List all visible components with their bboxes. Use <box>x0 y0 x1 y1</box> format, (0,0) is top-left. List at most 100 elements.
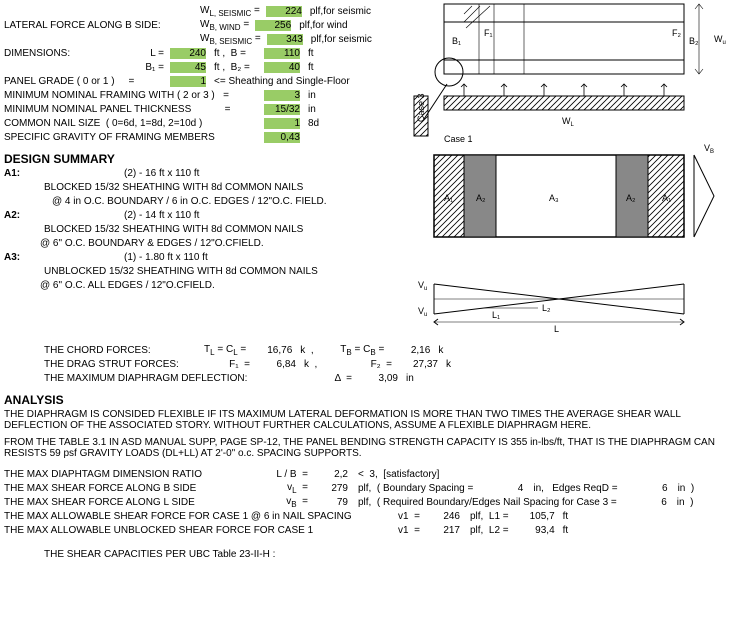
framing-unit: in <box>308 90 316 101</box>
a3-zone: A₃ <box>549 193 559 203</box>
allow1-label: THE MAX ALLOWABLE SHEAR FORCE FOR CASE 1… <box>4 511 384 522</box>
vL-label: THE MAX SHEAR FORCE ALONG B SIDE <box>4 483 264 494</box>
shear-diagram: Vu Vu L L₂ L₁ <box>414 264 724 334</box>
v1b-value: 217 <box>426 525 460 536</box>
wb-wind-unit: plf,for wind <box>299 20 347 31</box>
wb-seismic-label: WB, SEISMIC = <box>200 33 261 46</box>
a3-dim: (1) - 1.80 ft x 110 ft <box>124 252 208 263</box>
vL-value: 279 <box>314 483 348 494</box>
thickness-label: MINIMUM NOMINAL PANEL THICKNESS = <box>4 104 264 115</box>
a1-line2: @ 4 in O.C. BOUNDARY / 6 in O.C. EDGES /… <box>52 194 414 208</box>
L2-unit: ft <box>563 525 569 536</box>
ratio-value: 2,2 <box>314 469 348 480</box>
vB-sym: vB = <box>264 496 308 509</box>
case3-label: Case 3 <box>416 93 426 122</box>
nail-unit: 8d <box>308 118 319 129</box>
nail-label: COMMON NAIL SIZE ( 0=6d, 1=8d, 2=10d ) <box>4 118 264 129</box>
B2-dim-label: B₂ <box>689 36 699 46</box>
B1-label: B₁ = <box>134 62 164 73</box>
chord-label: THE CHORD FORCES: <box>44 345 204 356</box>
vB-row: THE MAX SHEAR FORCE ALONG L SIDE vB = 79… <box>4 495 731 509</box>
vL-boundary-spacing: 4 <box>473 483 523 494</box>
a3-line2: @ 6" O.C. ALL EDGES / 12"O.CFIELD. <box>40 278 414 292</box>
wb-wind-label: WB, WIND = <box>200 19 249 32</box>
Vu-bot-label: Vu <box>418 306 427 318</box>
TL-unit: k , <box>300 345 340 356</box>
a1-label: A1: <box>4 168 44 179</box>
defl-row: THE MAXIMUM DIAPHRAGM DEFLECTION: Δ = 3,… <box>4 371 731 385</box>
TB-value: 2,16 <box>390 345 430 356</box>
framing-value: 3 <box>264 90 300 101</box>
B2-unit: ft <box>308 62 314 73</box>
a1-row: A1: (2) - 16 ft x 110 ft <box>4 166 414 180</box>
B-unit: ft <box>308 48 314 59</box>
F1-label: F₁ = <box>216 359 250 370</box>
wl-seismic-value: 224 <box>266 6 302 17</box>
F2-value: 27,37 <box>398 359 438 370</box>
wb-seismic-value: 343 <box>267 34 303 45</box>
v1b-sym: v1 = <box>384 525 420 536</box>
sg-row: SPECIFIC GRAVITY OF FRAMING MEMBERS 0,43 <box>4 130 414 144</box>
defl-label: THE MAXIMUM DIAPHRAGM DEFLECTION: <box>44 373 304 384</box>
panel-grade-row: PANEL GRADE ( 0 or 1 ) = 1 <= Sheathing … <box>4 74 414 88</box>
wl-seismic-label: WL, SEISMIC = <box>200 5 260 18</box>
analysis-p1: THE DIAPHRAGM IS CONSIDED FLEXIBLE IF IT… <box>4 409 731 431</box>
B1-dim-label: B₁ <box>452 36 461 46</box>
force-b-label: LATERAL FORCE ALONG B SIDE: <box>4 20 200 31</box>
framing-label: MINIMUM NOMINAL FRAMING WITH ( 2 or 3 ) … <box>4 90 264 101</box>
dim-B1-row: B₁ = 45 ft , B₂ = 40 ft <box>4 60 414 74</box>
case1-label: Case 1 <box>444 134 473 144</box>
a2-row: A2: (2) - 14 ft x 110 ft <box>4 208 414 222</box>
a3-row: A3: (1) - 1.80 ft x 110 ft <box>4 250 414 264</box>
allow1-row: THE MAX ALLOWABLE SHEAR FORCE FOR CASE 1… <box>4 509 731 523</box>
delta-label: Δ = <box>304 373 352 384</box>
design-summary-title: DESIGN SUMMARY <box>4 152 414 166</box>
force-b-row: LATERAL FORCE ALONG B SIDE: WB, WIND = 2… <box>4 18 414 32</box>
TL-sym: TL = CL = <box>204 344 246 357</box>
diagram-area: B₁ B₂ F₁ F₂ Wu WL Case 3 Case 1 A₁ A₂ A₃… <box>414 4 731 337</box>
vL-bs-unit: in, Edges ReqD = <box>533 483 617 494</box>
TL-value: 16,76 <box>252 345 292 356</box>
v1a-sym: v1 = <box>384 511 420 522</box>
B1-value: 45 <box>170 62 206 73</box>
delta-unit: in <box>406 373 414 384</box>
ratio-label: THE MAX DIAPHTAGM DIMENSION RATIO <box>4 469 264 480</box>
a2-line2: @ 6" O.C. BOUNDARY & EDGES / 12"O.CFIELD… <box>40 236 414 250</box>
vB-sp-unit: in ) <box>677 497 694 508</box>
zone-diagram: A₁ A₂ A₃ A₂ A₁ VB <box>414 151 724 261</box>
F1-dim-label: F₁ <box>484 28 493 38</box>
v1a-value: 246 <box>426 511 460 522</box>
ratio-row: THE MAX DIAPHTAGM DIMENSION RATIO L / B … <box>4 467 731 481</box>
vB-unit: plf, ( Required Boundary/Edges Nail Spac… <box>358 497 617 508</box>
L-value: 240 <box>170 48 206 59</box>
panel-grade-note: <= Sheathing and Single-Floor <box>214 76 350 87</box>
a2-label: A2: <box>4 210 44 221</box>
vB-spacing: 6 <box>617 497 667 508</box>
wb-wind-value: 256 <box>255 20 291 31</box>
vL-row: THE MAX SHEAR FORCE ALONG B SIDE vL = 27… <box>4 481 731 495</box>
L1-unit: ft <box>563 511 569 522</box>
panel-grade-value: 1 <box>170 76 206 87</box>
a3-line1: UNBLOCKED 15/32 SHEATHING WITH 8d COMMON… <box>44 264 414 278</box>
thickness-unit: in <box>308 104 316 115</box>
F1-value: 6,84 <box>256 359 296 370</box>
L-label: L = <box>134 48 164 59</box>
nail-row: COMMON NAIL SIZE ( 0=6d, 1=8d, 2=10d ) 1… <box>4 116 414 130</box>
L-dim-label: L <box>554 324 559 334</box>
plan-diagram: B₁ B₂ F₁ F₂ Wu WL Case 3 Case 1 <box>414 4 724 144</box>
sg-label: SPECIFIC GRAVITY OF FRAMING MEMBERS <box>4 132 264 143</box>
a1-line1: BLOCKED 15/32 SHEATHING WITH 8d COMMON N… <box>44 180 414 194</box>
ratio-sym: L / B = <box>264 469 308 480</box>
dim-label: DIMENSIONS: <box>4 48 134 59</box>
TB-unit: k <box>438 345 443 356</box>
vL-unit: plf, ( Boundary Spacing = <box>358 483 473 494</box>
nail-value: 1 <box>264 118 300 129</box>
wl-seismic-row: WL, SEISMIC = 224 plf,for seismic <box>4 4 414 18</box>
L-unit: ft , B = <box>214 48 264 59</box>
analysis-title: ANALYSIS <box>4 393 731 407</box>
L2-dim-label: L₂ <box>542 303 551 313</box>
wl-seismic-unit: plf,for seismic <box>310 6 371 17</box>
vB-value: 79 <box>314 497 348 508</box>
a2-zone-right: A₂ <box>626 193 636 203</box>
framing-row: MINIMUM NOMINAL FRAMING WITH ( 2 or 3 ) … <box>4 88 414 102</box>
